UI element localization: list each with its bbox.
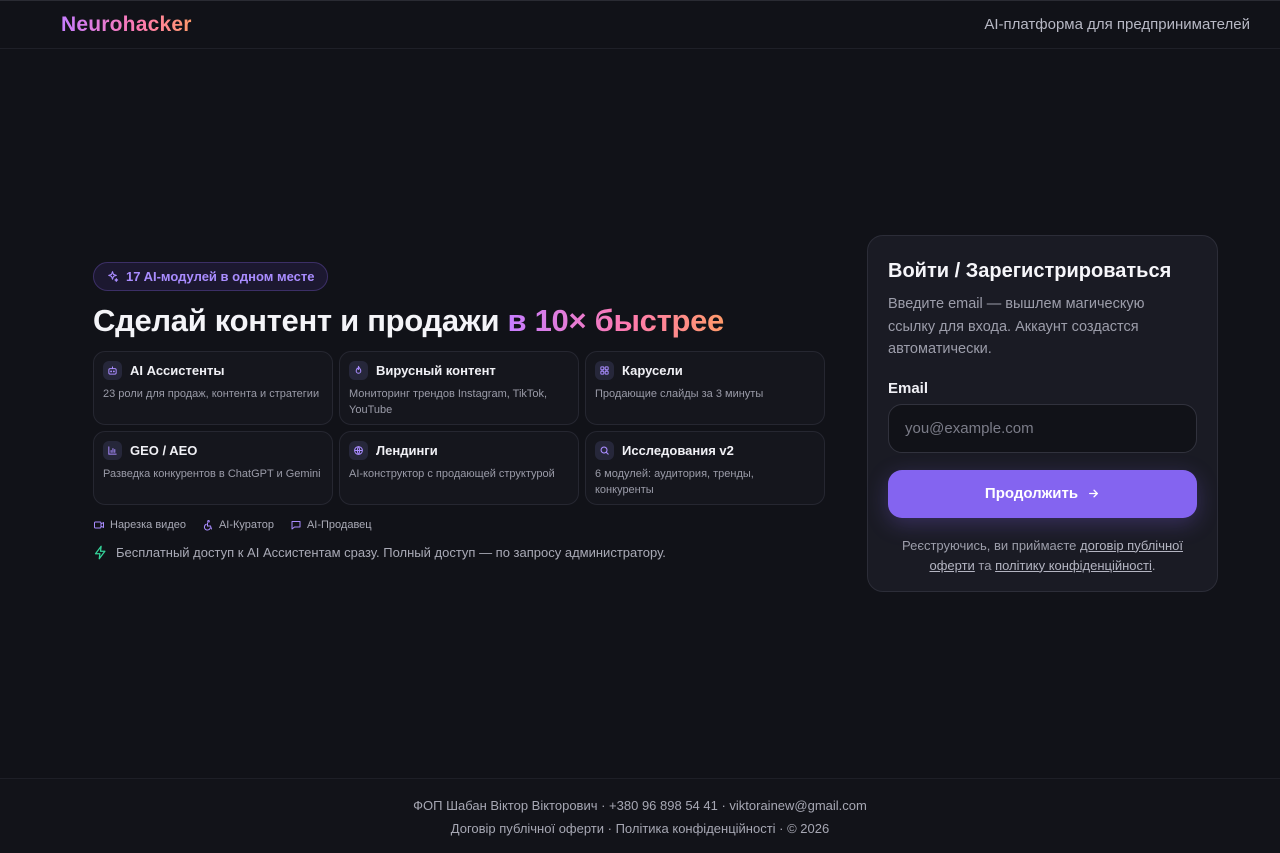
sparkles-icon — [108, 271, 119, 282]
hero-title: Сделай контент и продажи в 10× быстрее — [93, 303, 826, 339]
hero-title-main: Сделай контент и продажи — [93, 303, 508, 338]
card-desc: Продающие слайды за 3 минуты — [595, 388, 764, 400]
video-icon — [94, 521, 104, 529]
module-card-landings[interactable]: Лендинги AI-конструктор с продающей стру… — [339, 431, 579, 505]
auth-card: Войти / Зарегистрироваться Введите email… — [867, 235, 1218, 592]
bar-chart-icon — [103, 441, 122, 460]
card-desc: Разведка конкурентов в ChatGPT и Gemini — [103, 468, 321, 480]
extra-label: AI-Куратор — [218, 519, 274, 531]
footer-separator: · — [604, 821, 616, 836]
card-title: Карусели — [622, 363, 683, 378]
footer-offer-link[interactable]: Договір публічної оферти — [451, 821, 604, 836]
globe-icon — [349, 441, 368, 460]
lightning-icon — [94, 545, 106, 560]
top-header: Neurohacker AI-платформа для предпринима… — [0, 0, 1280, 49]
extra-label: AI-Продавец — [306, 519, 372, 531]
hero-title-accent: в 10× быстрее — [507, 303, 725, 338]
badge-text: 17 AI-модулей в одном месте — [126, 269, 315, 284]
footer-copyright: · © 2026 — [775, 821, 830, 836]
accessibility-icon — [203, 519, 212, 531]
email-label: Email — [888, 379, 929, 397]
card-title: Исследования v2 — [622, 443, 734, 458]
search-icon — [595, 441, 614, 460]
continue-button-label: Продолжить — [984, 485, 1079, 502]
terms-mid: та — [974, 557, 996, 573]
card-desc: Мониторинг трендов Instagram, TikTok, Yo… — [349, 388, 548, 416]
hero-section: 17 AI-модулей в одном месте Сделай конте… — [93, 262, 826, 560]
card-desc: 6 модулей: аудитория, тренды, конкуренты — [595, 468, 754, 496]
terms-prefix: Реєструючись, ви приймаєте — [902, 537, 1081, 553]
module-card-research[interactable]: Исследования v2 6 модулей: аудитория, тр… — [585, 431, 825, 505]
grid-icon — [595, 361, 614, 380]
module-card-geo-aeo[interactable]: GEO / AEO Разведка конкурентов в ChatGPT… — [93, 431, 333, 505]
card-desc: 23 роли для продаж, контента и стратегии — [103, 388, 320, 400]
header-tagline: AI-платформа для предпринимателей — [984, 16, 1250, 33]
bot-icon — [103, 361, 122, 380]
terms-suffix: . — [1151, 557, 1156, 573]
brand-logo[interactable]: Neurohacker — [61, 13, 192, 37]
module-card-viral-content[interactable]: Вирусный контент Мониторинг трендов Inst… — [339, 351, 579, 425]
continue-button[interactable]: Продолжить — [888, 469, 1197, 518]
free-access-text: Бесплатный доступ к AI Ассистентам сразу… — [116, 545, 666, 560]
card-title: Лендинги — [376, 443, 438, 458]
extra-ai-seller: AI-Продавец — [290, 519, 372, 531]
terms-text: Реєструючись, ви приймаєте договір публі… — [888, 536, 1197, 576]
privacy-policy-link[interactable]: політику конфіденційності — [995, 558, 1152, 573]
module-cards: AI Ассистенты 23 роли для продаж, контен… — [93, 351, 826, 505]
footer-contacts: ФОП Шабан Віктор Вікторович · +380 96 89… — [413, 798, 867, 813]
extra-modules: Нарезка видео AI-Куратор AI-Продавец — [93, 519, 826, 531]
footer-links: Договір публічної оферти · Політика конф… — [0, 821, 1280, 836]
arrow-right-icon — [1089, 489, 1099, 498]
extra-label: Нарезка видео — [110, 519, 186, 531]
modules-badge: 17 AI-модулей в одном месте — [93, 262, 328, 291]
footer-privacy-link[interactable]: Політика конфіденційності — [616, 821, 776, 836]
auth-title: Войти / Зарегистрироваться — [888, 260, 1172, 282]
card-desc: AI-конструктор с продающей структурой — [349, 468, 555, 480]
page-footer: ФОП Шабан Віктор Вікторович · +380 96 89… — [0, 778, 1280, 853]
module-card-ai-assistants[interactable]: AI Ассистенты 23 роли для продаж, контен… — [93, 351, 333, 425]
extra-ai-curator: AI-Куратор — [202, 519, 274, 531]
auth-description: Введите email — вышлем магическую ссылку… — [888, 296, 1145, 357]
flame-icon — [349, 361, 368, 380]
chat-icon — [291, 521, 301, 530]
card-title: AI Ассистенты — [130, 363, 225, 378]
card-title: Вирусный контент — [376, 363, 496, 378]
module-card-carousels[interactable]: Карусели Продающие слайды за 3 минуты — [585, 351, 825, 425]
free-access-note: Бесплатный доступ к AI Ассистентам сразу… — [93, 545, 826, 560]
email-input[interactable] — [888, 403, 1197, 453]
card-title: GEO / AEO — [130, 443, 198, 458]
extra-video-cutting: Нарезка видео — [93, 519, 186, 531]
